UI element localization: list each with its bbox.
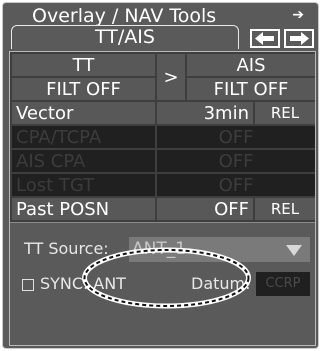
- tt-filter-button[interactable]: FILT OFF: [12, 78, 155, 100]
- tt-label: TT: [12, 54, 155, 76]
- lost-tgt-label: Lost TGT: [12, 174, 155, 196]
- arrow-right-icon[interactable]: ➔: [292, 7, 304, 23]
- ais-label: AIS: [187, 54, 315, 76]
- highlight-ellipse: [82, 247, 251, 309]
- cpa-tcpa-value: OFF: [157, 126, 315, 148]
- past-posn-value-button[interactable]: OFF: [157, 198, 253, 220]
- tab-bar: TT/AIS: [11, 25, 316, 51]
- swap-button[interactable]: >: [157, 54, 185, 100]
- sync-ant-checkbox[interactable]: [22, 279, 34, 291]
- vector-label: Vector: [12, 102, 155, 124]
- lost-tgt-value: OFF: [157, 174, 315, 196]
- tab-prev-button[interactable]: [250, 29, 280, 48]
- vector-mode-button[interactable]: REL: [255, 102, 315, 124]
- cpa-tcpa-label: CPA/TCPA: [12, 126, 155, 148]
- ais-cpa-label: AIS CPA: [12, 150, 155, 172]
- past-posn-label: Past POSN: [12, 198, 155, 220]
- vector-time-button[interactable]: 3min: [157, 102, 253, 124]
- arrow-left-icon: [255, 32, 274, 45]
- panel-title: Overlay / NAV Tools: [32, 5, 217, 27]
- datum-button: CCRP: [256, 272, 310, 296]
- dropdown-triangle-icon: [286, 245, 302, 256]
- past-posn-mode-button[interactable]: REL: [255, 198, 315, 220]
- tab-next-button[interactable]: [284, 29, 314, 48]
- ais-filter-button[interactable]: FILT OFF: [187, 78, 315, 100]
- ais-cpa-value: OFF: [157, 150, 315, 172]
- arrow-right-icon: [290, 32, 309, 45]
- tab-tt-ais[interactable]: TT/AIS: [11, 25, 239, 49]
- panel-title-row: Overlay / NAV Tools ➔: [3, 3, 318, 27]
